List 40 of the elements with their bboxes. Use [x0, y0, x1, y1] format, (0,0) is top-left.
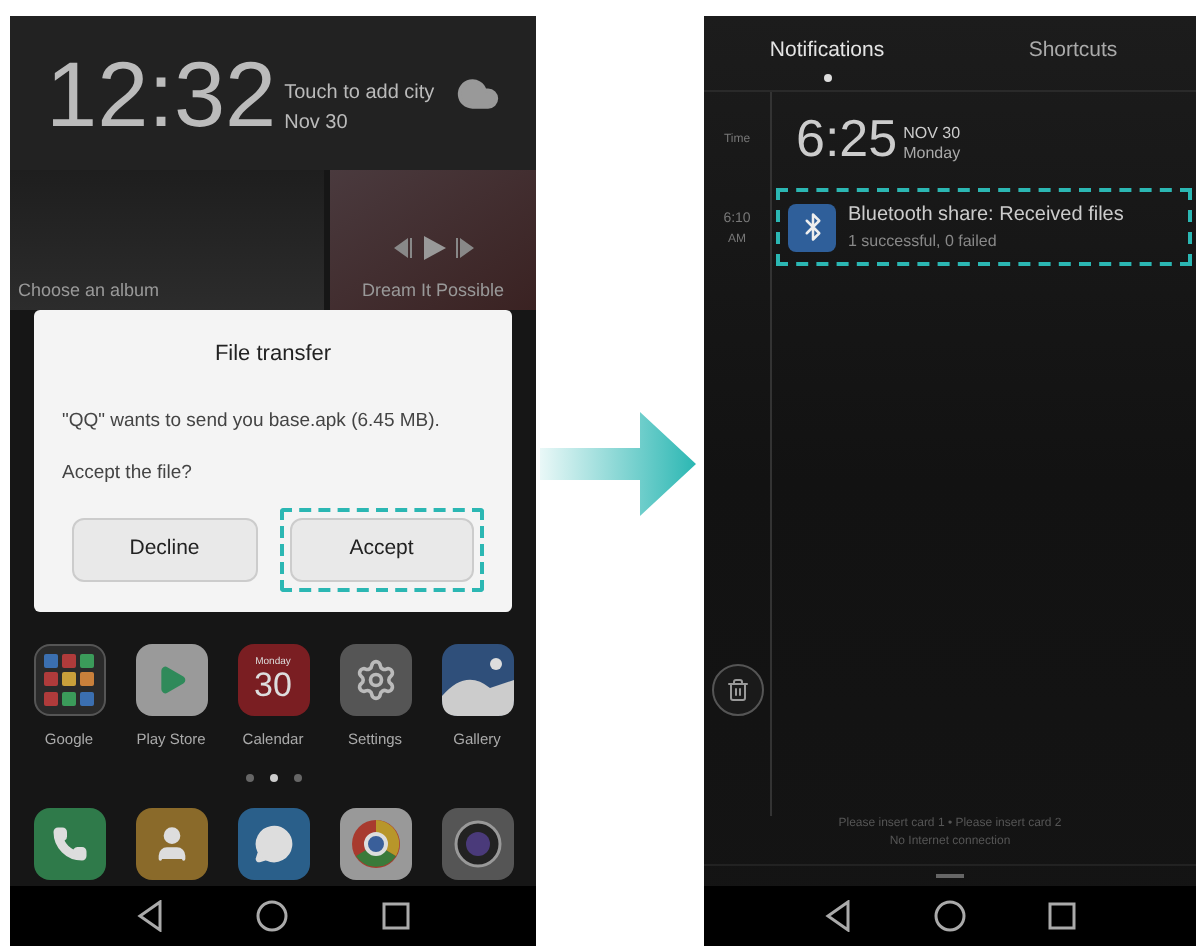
album-label: Choose an album — [18, 277, 160, 303]
dialog-title: File transfer — [212, 340, 334, 370]
dialog-button[interactable]: Accept — [289, 518, 474, 582]
folder-icon[interactable] — [33, 644, 105, 716]
recents-icon[interactable] — [1047, 902, 1076, 930]
phone-icon[interactable] — [33, 808, 105, 881]
clock-date: NOV 30 — [903, 124, 961, 144]
notification-detail: 1 successful, 0 failed — [848, 230, 999, 254]
tab[interactable]: Notifications — [704, 16, 950, 90]
album-card[interactable]: Choose an album — [10, 170, 324, 310]
messages-icon[interactable] — [237, 808, 309, 881]
notification-title: Bluetooth share: Received files — [848, 202, 1124, 230]
contacts-icon[interactable] — [135, 808, 207, 881]
store-icon[interactable] — [135, 644, 207, 716]
clock-time: 6:25 — [796, 112, 898, 164]
tab[interactable]: Shortcuts — [950, 16, 1196, 90]
drag-handle[interactable] — [936, 874, 964, 878]
playback-controls-icon[interactable] — [389, 233, 477, 261]
city-hint[interactable]: Touch to add city — [284, 77, 435, 107]
clock-time: 12:32 — [46, 47, 277, 139]
back-icon[interactable] — [136, 900, 165, 932]
music-card[interactable]: Dream It Possible — [330, 170, 536, 310]
settings-icon[interactable] — [339, 644, 411, 716]
delete-all-button[interactable] — [711, 664, 763, 716]
dialog-message: "QQ" wants to send you base.apk (6.45 MB). — [62, 407, 442, 435]
bluetooth-icon — [788, 203, 836, 251]
camera-icon[interactable] — [441, 808, 513, 881]
home-icon[interactable] — [933, 900, 966, 932]
dialog-question: Accept the file? — [62, 459, 194, 488]
notification[interactable]: Bluetooth share: Received files 1 successful, 0 failed — [788, 200, 1180, 254]
back-icon[interactable] — [824, 900, 853, 932]
song-title: Dream It Possible — [361, 277, 505, 303]
recents-icon[interactable] — [381, 902, 410, 930]
clock-weekday: Monday — [903, 144, 961, 164]
trash-icon — [725, 678, 749, 702]
clock-date: Nov 30 — [284, 109, 350, 137]
gallery-icon[interactable] — [441, 644, 513, 716]
browser-icon[interactable] — [339, 808, 411, 881]
home-icon[interactable] — [256, 900, 289, 932]
dialog-button[interactable]: Decline — [72, 518, 257, 582]
